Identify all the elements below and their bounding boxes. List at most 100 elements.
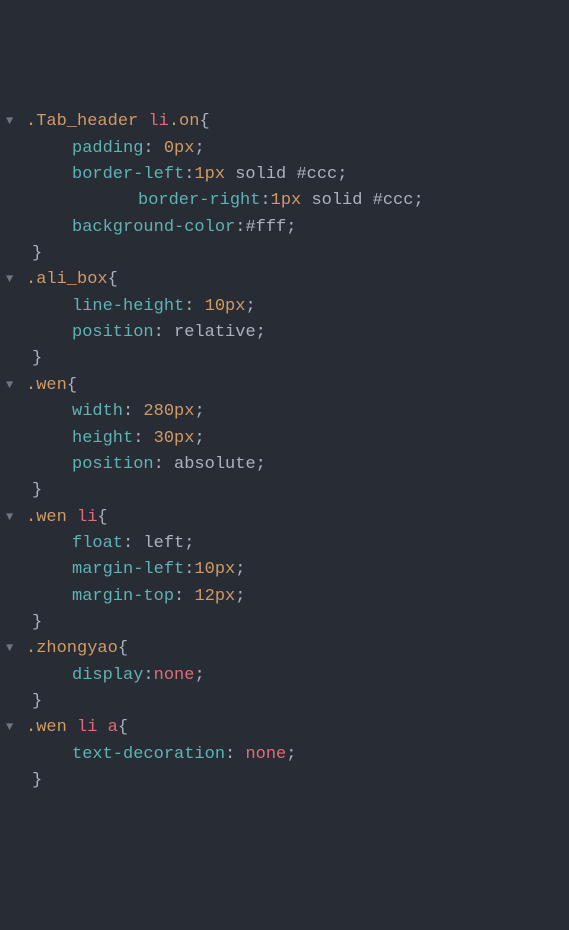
css-declaration[interactable]: position: relative; (6, 320, 569, 346)
brace-close-line[interactable]: } (6, 346, 569, 372)
css-rule-selector[interactable]: ▼.zhongyao{ (6, 636, 569, 662)
css-declaration[interactable]: height: 30px; (6, 426, 569, 452)
brace-open: { (67, 376, 77, 395)
semicolon: ; (256, 323, 266, 342)
semicolon: ; (235, 560, 245, 579)
colon: : (154, 323, 174, 342)
semicolon: ; (235, 587, 245, 606)
colon: : (174, 587, 194, 606)
css-property: float (72, 534, 123, 553)
semicolon: ; (184, 534, 194, 553)
css-value: 10px (205, 297, 246, 316)
colon: : (225, 745, 245, 764)
selector-tag: a (108, 718, 118, 737)
css-value: 30px (154, 429, 195, 448)
selector-tag: li (77, 508, 97, 527)
css-value: 1px (271, 191, 302, 210)
semicolon: ; (286, 745, 296, 764)
css-value: 12px (194, 587, 235, 606)
semicolon: ; (256, 455, 266, 474)
semicolon: ; (286, 218, 296, 237)
css-property: border-left (72, 165, 184, 184)
css-property: background-color (72, 218, 235, 237)
selector-class: .Tab_header (26, 112, 138, 131)
brace-close: } (32, 244, 42, 263)
selector-tag: li (77, 718, 97, 737)
brace-close-line[interactable]: } (6, 768, 569, 794)
css-value: 10px (194, 560, 235, 579)
css-declaration[interactable]: background-color:#fff; (6, 215, 569, 241)
css-declaration[interactable]: border-left:1px solid #ccc; (6, 162, 569, 188)
css-declaration[interactable]: border-right:1px solid #ccc; (6, 188, 569, 214)
colon: : (143, 666, 153, 685)
css-value: solid (235, 165, 286, 184)
css-value: #fff (245, 218, 286, 237)
brace-open: { (108, 270, 118, 289)
colon: : (133, 429, 153, 448)
fold-arrow-icon[interactable]: ▼ (6, 270, 26, 289)
colon: : (260, 191, 270, 210)
colon: : (123, 402, 143, 421)
selector-class: .wen (26, 376, 67, 395)
fold-arrow-icon[interactable]: ▼ (6, 508, 26, 527)
css-property: line-height (72, 297, 184, 316)
semicolon: ; (194, 429, 204, 448)
brace-close-line[interactable]: } (6, 610, 569, 636)
css-declaration[interactable]: display:none; (6, 663, 569, 689)
colon: : (184, 297, 204, 316)
css-value: none (245, 745, 286, 764)
colon: : (235, 218, 245, 237)
brace-close: } (32, 349, 42, 368)
css-value: 280px (143, 402, 194, 421)
css-property: display (72, 666, 143, 685)
css-rule-selector[interactable]: ▼.wen li a{ (6, 715, 569, 741)
semicolon: ; (194, 402, 204, 421)
css-value: left (143, 534, 184, 553)
fold-arrow-icon[interactable]: ▼ (6, 718, 26, 737)
css-property: position (72, 323, 154, 342)
css-declaration[interactable]: line-height: 10px; (6, 294, 569, 320)
css-property: height (72, 429, 133, 448)
semicolon: ; (194, 666, 204, 685)
code-editor[interactable]: ▼.Tab_header li.on{padding: 0px;border-l… (6, 109, 569, 794)
css-declaration[interactable]: float: left; (6, 531, 569, 557)
brace-open: { (118, 718, 128, 737)
css-rule-selector[interactable]: ▼.wen{ (6, 373, 569, 399)
selector-tag: li (148, 112, 168, 131)
css-declaration[interactable]: padding: 0px; (6, 136, 569, 162)
css-value: solid (311, 191, 362, 210)
fold-arrow-icon[interactable]: ▼ (6, 112, 26, 131)
css-declaration[interactable]: margin-left:10px; (6, 557, 569, 583)
selector-class: .zhongyao (26, 639, 118, 658)
css-rule-selector[interactable]: ▼.ali_box{ (6, 267, 569, 293)
colon: : (184, 165, 194, 184)
css-declaration[interactable]: position: absolute; (6, 452, 569, 478)
css-value: none (154, 666, 195, 685)
css-property: position (72, 455, 154, 474)
css-rule-selector[interactable]: ▼.Tab_header li.on{ (6, 109, 569, 135)
brace-close-line[interactable]: } (6, 478, 569, 504)
fold-arrow-icon[interactable]: ▼ (6, 376, 26, 395)
semicolon: ; (245, 297, 255, 316)
brace-close-line[interactable]: } (6, 241, 569, 267)
css-declaration[interactable]: text-decoration: none; (6, 742, 569, 768)
css-property: padding (72, 139, 143, 158)
css-property: margin-top (72, 587, 174, 606)
brace-close: } (32, 692, 42, 711)
colon: : (184, 560, 194, 579)
css-property: margin-left (72, 560, 184, 579)
css-declaration[interactable]: width: 280px; (6, 399, 569, 425)
brace-close: } (32, 613, 42, 632)
semicolon: ; (194, 139, 204, 158)
brace-close-line[interactable]: } (6, 689, 569, 715)
brace-close: } (32, 771, 42, 790)
colon: : (143, 139, 163, 158)
semicolon: ; (413, 191, 423, 210)
fold-arrow-icon[interactable]: ▼ (6, 639, 26, 658)
css-rule-selector[interactable]: ▼.wen li{ (6, 505, 569, 531)
brace-open: { (97, 508, 107, 527)
semicolon: ; (337, 165, 347, 184)
selector-class: .ali_box (26, 270, 108, 289)
css-declaration[interactable]: margin-top: 12px; (6, 584, 569, 610)
css-value: 1px (194, 165, 225, 184)
